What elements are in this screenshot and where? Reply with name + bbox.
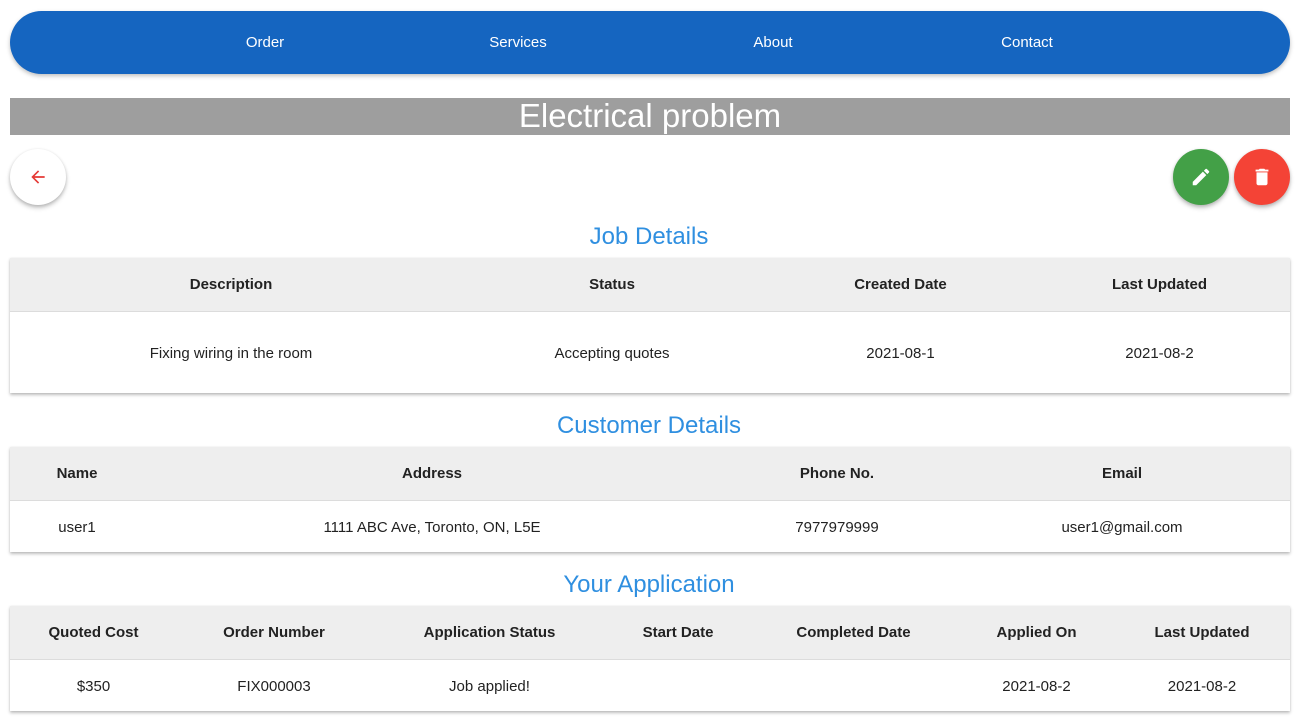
column-header: Order Number [177,606,371,660]
customer-name: user1 [58,518,96,536]
nav-link-contact[interactable]: Contact [1001,11,1053,74]
trash-icon [1255,168,1269,186]
column-header: Email [954,447,1290,501]
column-header: Description [10,258,452,312]
column-header: Last Updated [1029,258,1290,312]
column-header: Address [144,447,720,501]
customer-email: user1@gmail.com [1061,518,1183,536]
nav-link-order[interactable]: Order [246,11,284,74]
applied-on: 2021-08-2 [1002,677,1071,695]
arrow-left-icon [31,170,45,184]
column-header: Last Updated [1114,606,1290,660]
column-header: Phone No. [720,447,954,501]
start-date [608,660,748,713]
title-bar: Electrical problem [10,97,1290,135]
job-details-heading: Job Details [589,223,709,250]
table-row: $350 FIX000003 Job applied! 2021-08-2 20… [10,660,1290,713]
customer-details-table: Name Address Phone No. Email user1 1111 … [10,447,1290,552]
table-header-row: Quoted Cost Order Number Application Sta… [10,606,1290,660]
application-status: Job applied! [449,677,530,695]
application-table: Quoted Cost Order Number Application Sta… [10,606,1290,711]
column-header: Status [452,258,772,312]
column-header: Applied On [959,606,1114,660]
order-number: FIX000003 [237,677,311,695]
table-header-row: Description Status Created Date Last Upd… [10,258,1290,312]
column-header: Completed Date [748,606,959,660]
customer-phone: 7977979999 [795,518,879,536]
customer-address: 1111 ABC Ave, Toronto, ON, L5E [323,518,541,536]
nav-link-services[interactable]: Services [489,11,547,74]
customer-details-heading: Customer Details [556,412,742,439]
application-last-updated: 2021-08-2 [1167,677,1237,695]
job-created-date: 2021-08-1 [866,344,935,362]
table-row: user1 1111 ABC Ave, Toronto, ON, L5E 797… [10,501,1290,554]
column-header: Start Date [608,606,748,660]
table-row: Fixing wiring in the room Accepting quot… [10,312,1290,395]
delete-button[interactable] [1234,149,1290,205]
job-description: Fixing wiring in the room [149,344,313,362]
column-header: Quoted Cost [10,606,177,660]
completed-date [748,660,959,713]
pencil-icon [1192,168,1210,186]
column-header: Name [10,447,144,501]
back-button[interactable] [10,149,66,205]
application-heading: Your Application [563,571,735,598]
column-header: Created Date [772,258,1029,312]
top-navbar: Order Services About Contact [10,11,1290,74]
job-last-updated: 2021-08-2 [1125,344,1194,362]
page-title: Electrical problem [518,97,782,134]
job-details-table: Description Status Created Date Last Upd… [10,258,1290,393]
column-header: Application Status [371,606,608,660]
edit-button[interactable] [1173,149,1229,205]
quoted-cost: $350 [76,677,111,695]
nav-link-about[interactable]: About [753,11,792,74]
table-header-row: Name Address Phone No. Email [10,447,1290,501]
job-status: Accepting quotes [554,344,670,362]
